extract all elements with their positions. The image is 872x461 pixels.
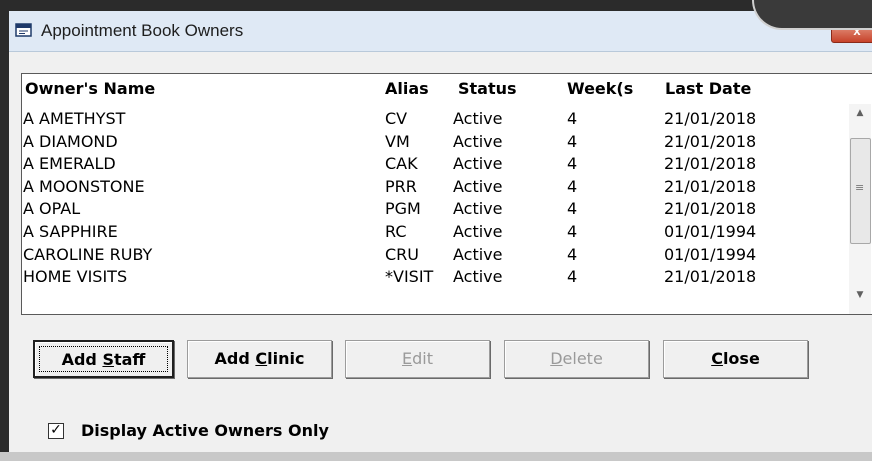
cell-last-date: 21/01/2018 [664,199,757,219]
add-staff-button[interactable]: Add Staff [33,340,174,378]
display-active-owners-only-label[interactable]: Display Active Owners Only [81,421,329,440]
cell-weeks: 4 [567,154,578,174]
cell-last-date: 21/01/2018 [664,154,757,174]
cell-weeks: 4 [567,176,578,196]
cell-alias: CV [385,109,408,128]
table-row[interactable]: A DIAMOND VM Active 4 21/01/2018 [22,132,850,154]
cell-owner-name: A SAPPHIRE [23,222,118,241]
cell-last-date: 21/01/2018 [664,176,757,196]
title-bar[interactable]: Appointment Book Owners x [9,11,872,52]
cell-last-date: 21/01/2018 [664,131,757,151]
cell-status: Active [453,154,503,174]
cell-weeks: 4 [567,267,578,287]
header-last-date[interactable]: Last Date [665,79,751,98]
cell-owner-name: A EMERALD [23,154,116,174]
cell-last-date: 01/01/1994 [664,222,757,241]
scrollbar-thumb[interactable]: ≡ [850,138,871,244]
scroll-up-arrow-icon[interactable]: ▲ [849,108,871,126]
window-frame-top [0,0,872,11]
edit-button[interactable]: Edit [345,340,490,378]
appointment-book-owners-dialog: Appointment Book Owners x Owner's Name A… [0,0,872,461]
cell-status: Active [453,199,503,219]
cell-last-date: 21/01/2018 [664,109,757,128]
scroll-down-arrow-icon[interactable]: ▼ [849,290,871,308]
cell-status: Active [453,222,503,241]
header-alias[interactable]: Alias [385,79,429,98]
window-title: Appointment Book Owners [41,21,244,40]
cell-weeks: 4 [567,109,578,128]
cell-status: Active [453,176,503,196]
cell-last-date: 01/01/1994 [664,244,757,264]
grip-icon: ≡ [855,181,865,194]
table-row[interactable]: A MOONSTONE PRR Active 4 21/01/2018 [22,177,850,199]
add-clinic-button[interactable]: Add Clinic [187,340,332,378]
cell-weeks: 4 [567,244,578,264]
cell-owner-name: A DIAMOND [23,131,118,151]
window-frame-left [0,0,9,461]
window-app-icon [15,23,32,37]
cell-owner-name: A MOONSTONE [23,176,145,196]
cell-status: Active [453,109,503,128]
table-row[interactable]: CAROLINE RUBY CRU Active 4 01/01/1994 [22,245,850,267]
table-row[interactable]: A AMETHYST CV Active 4 21/01/2018 [22,109,850,131]
cell-owner-name: HOME VISITS [23,267,128,287]
cell-status: Active [453,131,503,151]
cell-owner-name: A AMETHYST [23,109,126,128]
overlay-shape [752,0,872,30]
table-row[interactable]: A OPAL PGM Active 4 21/01/2018 [22,199,850,221]
table-row[interactable]: A SAPPHIRE RC Active 4 01/01/1994 [22,222,850,244]
owners-list[interactable]: Owner's Name Alias Status Week(s Last Da… [21,73,872,315]
vertical-scrollbar[interactable]: ▲ ≡ ▼ [849,104,871,314]
cell-last-date: 21/01/2018 [664,267,757,287]
cell-owner-name: CAROLINE RUBY [23,244,153,264]
focus-rectangle [39,346,168,372]
window-frame-bottom [0,452,872,461]
cell-alias: PGM [385,199,421,219]
table-row[interactable]: HOME VISITS *VISIT Active 4 21/01/2018 [22,267,850,289]
cell-status: Active [453,244,503,264]
delete-button[interactable]: Delete [504,340,649,378]
cell-alias: CAK [385,154,418,174]
cell-weeks: 4 [567,222,578,241]
cell-owner-name: A OPAL [23,199,81,219]
cell-alias: VM [385,131,410,151]
cell-weeks: 4 [567,199,578,219]
list-header: Owner's Name Alias Status Week(s Last Da… [22,74,872,103]
close-button[interactable]: Close [663,340,808,378]
cell-alias: *VISIT [385,267,434,287]
header-status[interactable]: Status [458,79,517,98]
cell-alias: RC [385,222,407,241]
cell-status: Active [453,267,503,287]
cell-weeks: 4 [567,131,578,151]
cell-alias: PRR [385,176,417,196]
header-weeks[interactable]: Week(s [567,79,633,98]
cell-alias: CRU [385,244,419,264]
display-active-owners-only-checkbox[interactable]: ✓ [48,423,64,439]
table-row[interactable]: A EMERALD CAK Active 4 21/01/2018 [22,154,850,176]
header-owners-name[interactable]: Owner's Name [25,79,155,98]
